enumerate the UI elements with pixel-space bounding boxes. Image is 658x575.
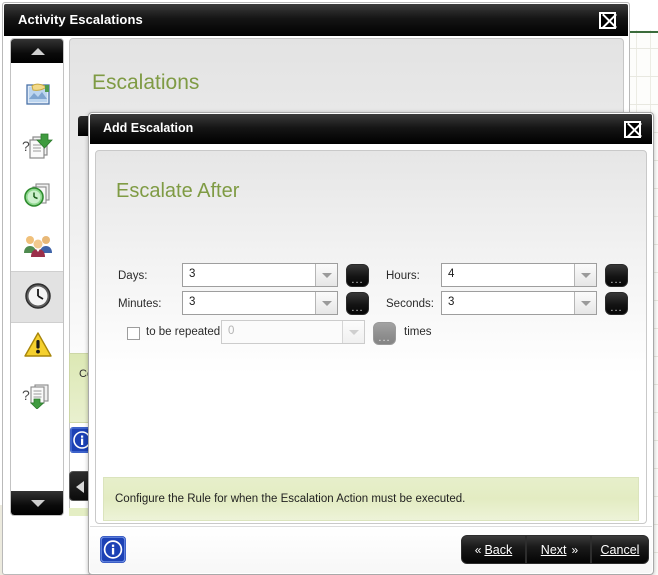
seconds-browse-button[interactable]: ... — [605, 292, 628, 315]
seconds-value: 3 — [448, 296, 455, 308]
repeat-count-browse-button[interactable]: ... — [373, 322, 396, 345]
hours-label: Hours: — [386, 270, 420, 282]
sidebar-item-4[interactable] — [11, 271, 63, 323]
background-green-rule — [630, 31, 658, 33]
clock-icon — [23, 281, 53, 314]
sidebar-item-0[interactable] — [11, 71, 63, 121]
hours-browse-button[interactable]: ... — [605, 264, 628, 287]
sidebar-item-1[interactable]: ? — [11, 121, 63, 171]
question-document-download-green-icon: ? — [22, 381, 54, 412]
dialog-footer: « Back Next » Cancel — [90, 526, 652, 573]
chevron-down-icon[interactable] — [315, 264, 337, 286]
chevron-down-icon[interactable] — [342, 321, 364, 343]
days-label: Days: — [118, 270, 148, 282]
to-be-repeated-label: to be repeated — [146, 326, 221, 338]
minutes-label: Minutes: — [118, 298, 162, 310]
chevron-down-icon[interactable] — [574, 292, 596, 314]
back-chevron-icon — [76, 481, 84, 493]
minutes-browse-button[interactable]: ... — [346, 292, 369, 315]
seconds-browse-label: ... — [610, 302, 623, 314]
sidebar-item-5[interactable] — [11, 321, 63, 371]
to-be-repeated-checkbox[interactable] — [127, 327, 140, 340]
image-document-icon — [24, 81, 52, 112]
next-button-label: Next — [540, 542, 567, 557]
minutes-combobox[interactable]: 3 — [182, 291, 338, 315]
sidebar: ? ? — [10, 38, 64, 516]
days-browse-button[interactable]: ... — [346, 264, 369, 287]
chevron-down-icon[interactable] — [574, 264, 596, 286]
sidebar-scroll-down-button[interactable] — [11, 491, 63, 515]
repeat-count-browse-label: ... — [378, 332, 391, 344]
seconds-label: Seconds: — [386, 298, 434, 310]
chevron-down-icon[interactable] — [315, 292, 337, 314]
hours-value: 4 — [448, 268, 455, 280]
outer-window-titlebar: Activity Escalations — [4, 4, 628, 36]
warning-triangle-icon — [23, 331, 53, 361]
close-x-icon[interactable] — [599, 12, 616, 29]
scroll-up-arrow-icon — [31, 48, 45, 55]
sidebar-item-6[interactable]: ? — [11, 371, 63, 421]
dialog-body: Escalate After Days: 3 ... Hours: 4 ... … — [95, 150, 647, 524]
hours-combobox[interactable]: 4 — [441, 263, 597, 287]
users-group-icon — [23, 233, 53, 260]
next-button[interactable]: Next » — [526, 535, 591, 564]
hours-browse-label: ... — [610, 274, 623, 286]
close-x-icon[interactable] — [624, 121, 641, 138]
next-chevrons-icon: » — [571, 542, 579, 557]
dialog-titlebar: Add Escalation — [90, 114, 652, 144]
minutes-value: 3 — [189, 296, 196, 308]
cancel-button[interactable]: Cancel — [591, 535, 649, 564]
screen-root: Activity Escalations Escalations Co ? ? … — [0, 0, 658, 575]
days-combobox[interactable]: 3 — [182, 263, 338, 287]
repeat-count-value: 0 — [228, 325, 235, 337]
cancel-button-label: Cancel — [600, 542, 640, 557]
outer-window-title: Activity Escalations — [18, 12, 143, 27]
sidebar-scroll-up-button[interactable] — [11, 39, 63, 63]
dialog-title: Add Escalation — [103, 121, 194, 135]
page-title: Escalations — [92, 71, 200, 94]
seconds-combobox[interactable]: 3 — [441, 291, 597, 315]
scroll-down-arrow-icon — [31, 500, 45, 507]
svg-text:?: ? — [22, 138, 30, 154]
repeat-count-combobox[interactable]: 0 — [221, 320, 365, 344]
back-button-label: Back — [484, 542, 513, 557]
hint-text: Configure the Rule for when the Escalati… — [115, 493, 466, 505]
svg-text:?: ? — [22, 387, 30, 403]
sidebar-item-3[interactable] — [11, 221, 63, 271]
minutes-browse-label: ... — [351, 302, 364, 314]
times-label: times — [404, 326, 432, 338]
dialog-heading: Escalate After — [116, 180, 240, 202]
back-button[interactable]: « Back — [461, 535, 526, 564]
info-circle-icon[interactable] — [100, 536, 126, 563]
days-value: 3 — [189, 268, 196, 280]
question-document-download-icon: ? — [22, 131, 54, 162]
back-chevrons-icon: « — [474, 542, 482, 557]
sidebar-item-2[interactable] — [11, 171, 63, 221]
clock-documents-icon — [23, 181, 53, 212]
days-browse-label: ... — [351, 274, 364, 286]
add-escalation-dialog: Add Escalation Escalate After Days: 3 ..… — [88, 112, 654, 575]
hint-bar: Configure the Rule for when the Escalati… — [103, 477, 639, 521]
